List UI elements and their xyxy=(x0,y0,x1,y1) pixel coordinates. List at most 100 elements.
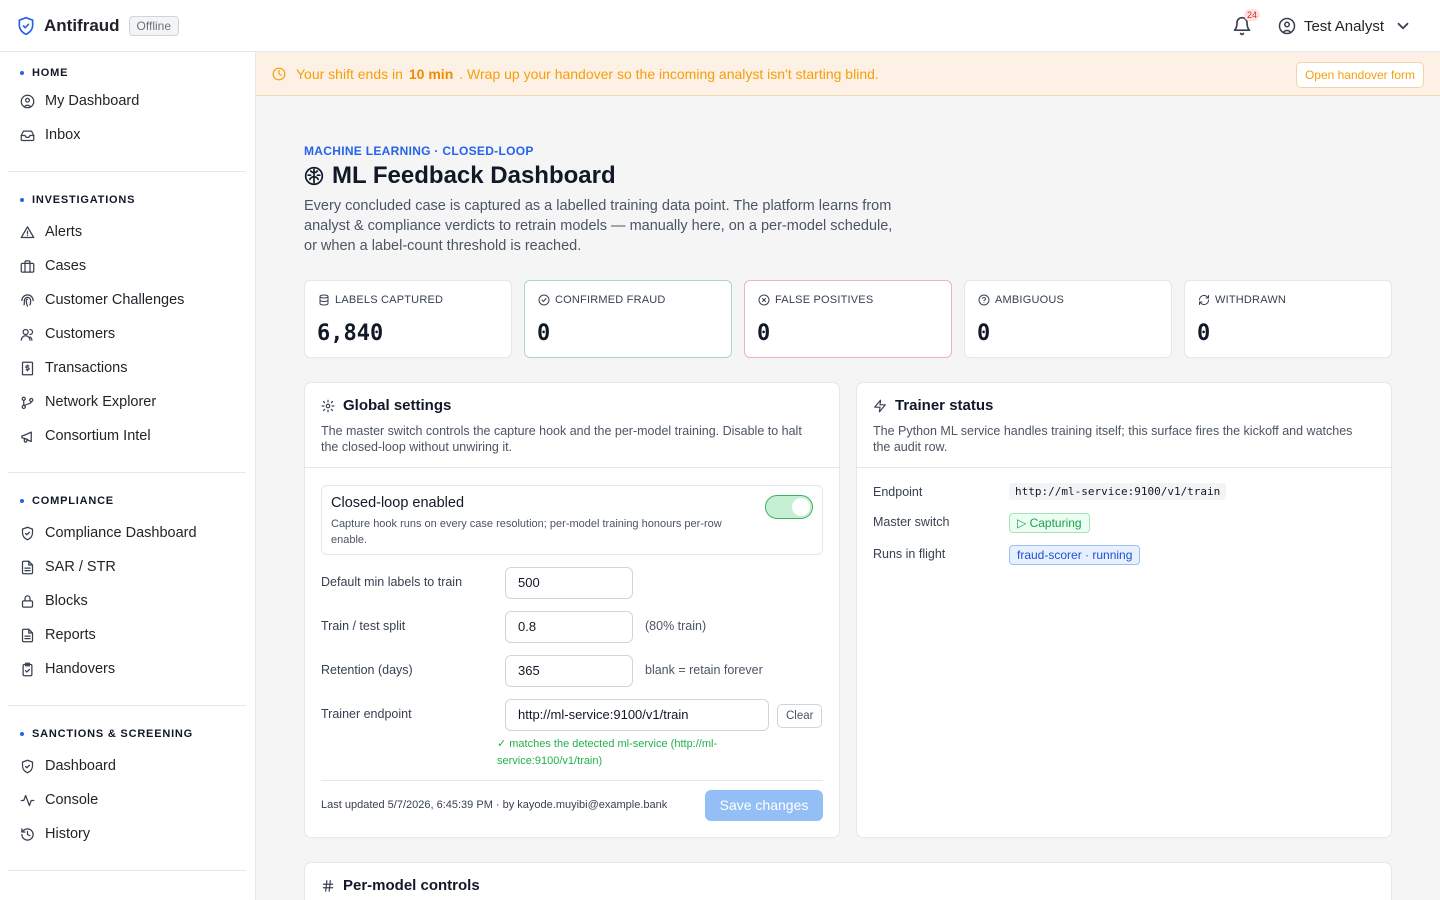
min-labels-input[interactable]: 500 xyxy=(505,567,633,599)
trainer-status-card: Trainer status The Python ML service han… xyxy=(856,382,1392,838)
sidebar-item-history[interactable]: History xyxy=(20,817,255,851)
clipboard-check-icon xyxy=(22,662,33,676)
sidebar-item-label: SAR / STR xyxy=(45,559,116,575)
toggle-description: Capture hook runs on every case resoluti… xyxy=(331,518,722,546)
stat-false-positives: FALSE POSITIVES 0 xyxy=(744,280,952,358)
gear-icon xyxy=(321,399,335,412)
retention-input[interactable]: 365 xyxy=(505,655,633,687)
sidebar-item-sanctions-dashboard[interactable]: Dashboard xyxy=(20,749,255,783)
endpoint-match-note: ✓ matches the detected ml-service (http:… xyxy=(497,738,718,767)
divider xyxy=(8,870,246,871)
page-intro: Every concluded case is captured as a la… xyxy=(304,198,893,254)
sidebar-item-sar-str[interactable]: SAR / STR xyxy=(20,550,255,584)
app-name: Antifraud xyxy=(44,15,120,35)
switch-knob xyxy=(792,498,810,516)
divider xyxy=(305,467,839,468)
sidebar-item-customer-challenges[interactable]: Customer Challenges xyxy=(20,283,255,317)
sidebar-item-console[interactable]: Console xyxy=(20,783,255,817)
activity-icon xyxy=(20,794,35,806)
global-settings-card: Global settings The master switch contro… xyxy=(304,382,840,838)
chevron-down-icon xyxy=(1397,22,1409,30)
sidebar-item-label: Inbox xyxy=(45,127,81,143)
check-circle-icon xyxy=(538,294,550,306)
split-label: Train / test split xyxy=(321,619,406,633)
brain-icon xyxy=(304,166,324,186)
page-eyebrow: MACHINE LEARNING · CLOSED-LOOP xyxy=(304,144,534,158)
stat-label: WITHDRAWN xyxy=(1215,294,1287,306)
sidebar-item-inbox[interactable]: Inbox xyxy=(20,118,255,152)
closed-loop-switch[interactable] xyxy=(765,495,813,519)
sidebar-item-network-explorer[interactable]: Network Explorer xyxy=(20,385,255,419)
sidebar-item-blocks[interactable]: Blocks xyxy=(20,584,255,618)
card-title: Trainer status xyxy=(873,397,993,414)
endpoint-value: http://ml-service:9100/v1/train xyxy=(1009,483,1227,500)
sidebar-item-handovers[interactable]: Handovers xyxy=(20,652,255,686)
sidebar-item-label: Console xyxy=(45,792,99,808)
hash-icon xyxy=(322,879,334,892)
runs-in-flight-label: Runs in flight xyxy=(873,547,946,561)
sidebar-item-label: Consortium Intel xyxy=(45,428,151,444)
save-changes-button[interactable]: Save changes xyxy=(705,790,823,821)
lock-icon xyxy=(21,594,34,608)
split-input[interactable]: 0.8 xyxy=(505,611,633,643)
git-branch-icon xyxy=(21,396,34,409)
endpoint-input[interactable]: http://ml-service:9100/v1/train xyxy=(505,699,769,731)
receipt-dollar-icon xyxy=(21,361,34,375)
history-icon xyxy=(21,827,34,841)
sidebar-item-label: Customer Challenges xyxy=(45,292,185,308)
retention-hint: blank = retain forever xyxy=(645,663,763,677)
section-compliance: COMPLIANCE xyxy=(20,492,255,510)
offline-badge: Offline xyxy=(128,15,180,36)
sidebar-item-label: Customers xyxy=(45,326,116,342)
file-text-icon xyxy=(21,628,34,642)
endpoint-label: Endpoint xyxy=(873,485,923,499)
sidebar-item-compliance-dashboard[interactable]: Compliance Dashboard xyxy=(20,516,255,550)
brand[interactable]: Antifraud Offline xyxy=(16,15,180,36)
stat-label: FALSE POSITIVES xyxy=(775,294,874,306)
sidebar-item-label: Dashboard xyxy=(45,758,116,774)
stat-ambiguous: AMBIGUOUS 0 xyxy=(964,280,1172,358)
user-name: Test Analyst xyxy=(1303,17,1384,35)
stat-value: 0 xyxy=(977,321,991,346)
users-icon xyxy=(20,328,34,341)
stat-label: LABELS CAPTURED xyxy=(335,294,444,306)
sidebar-item-transactions[interactable]: Transactions xyxy=(20,351,255,385)
sidebar-item-label: Alerts xyxy=(45,224,83,240)
min-labels-label: Default min labels to train xyxy=(321,575,463,589)
notifications-button[interactable]: 24 xyxy=(1232,9,1260,36)
sidebar-item-cases[interactable]: Cases xyxy=(20,249,255,283)
stat-withdrawn: WITHDRAWN 0 xyxy=(1184,280,1392,358)
sidebar-item-my-dashboard[interactable]: My Dashboard xyxy=(20,84,255,118)
sidebar-item-consortium-intel[interactable]: Consortium Intel xyxy=(20,419,255,453)
inbox-icon xyxy=(20,130,35,141)
user-circle-icon xyxy=(1278,17,1296,35)
sidebar-item-customers[interactable]: Customers xyxy=(20,317,255,351)
x-circle-icon xyxy=(758,294,770,306)
stat-value: 0 xyxy=(1197,321,1211,346)
user-menu[interactable]: Test Analyst xyxy=(1278,17,1412,35)
sidebar-item-reports[interactable]: Reports xyxy=(20,618,255,652)
stat-value: 6,840 xyxy=(317,321,384,346)
run-status-badge: fraud-scorer · running xyxy=(1009,545,1141,565)
sidebar-item-label: My Dashboard xyxy=(45,93,140,109)
alert-triangle-icon xyxy=(20,225,35,238)
divider xyxy=(857,467,1391,468)
section-home: HOME xyxy=(20,64,255,82)
help-circle-icon xyxy=(978,294,990,306)
top-bar: Antifraud Offline 24 Test Analyst xyxy=(0,0,1440,52)
stat-confirmed-fraud: CONFIRMED FRAUD 0 xyxy=(524,280,732,358)
user-circle-icon xyxy=(20,94,35,108)
open-handover-form-button[interactable]: Open handover form xyxy=(1295,62,1424,88)
endpoint-label: Trainer endpoint xyxy=(321,707,412,721)
sidebar-item-alerts[interactable]: Alerts xyxy=(20,215,255,249)
megaphone-icon xyxy=(21,431,32,443)
shift-end-banner: Your shift ends in 10 min. Wrap up your h… xyxy=(256,52,1440,96)
sidebar-item-label: Network Explorer xyxy=(45,394,157,410)
clear-endpoint-button[interactable]: Clear xyxy=(777,704,823,728)
sidebar-item-label: Cases xyxy=(45,258,87,274)
banner-message: Your shift ends in 10 min. Wrap up your h… xyxy=(296,65,879,82)
sidebar-item-label: Handovers xyxy=(45,661,116,677)
clock-icon xyxy=(272,67,286,80)
sidebar: HOME My Dashboard Inbox INVESTIGATIONS A… xyxy=(0,52,256,900)
toggle-title: Closed-loop enabled xyxy=(331,495,465,511)
